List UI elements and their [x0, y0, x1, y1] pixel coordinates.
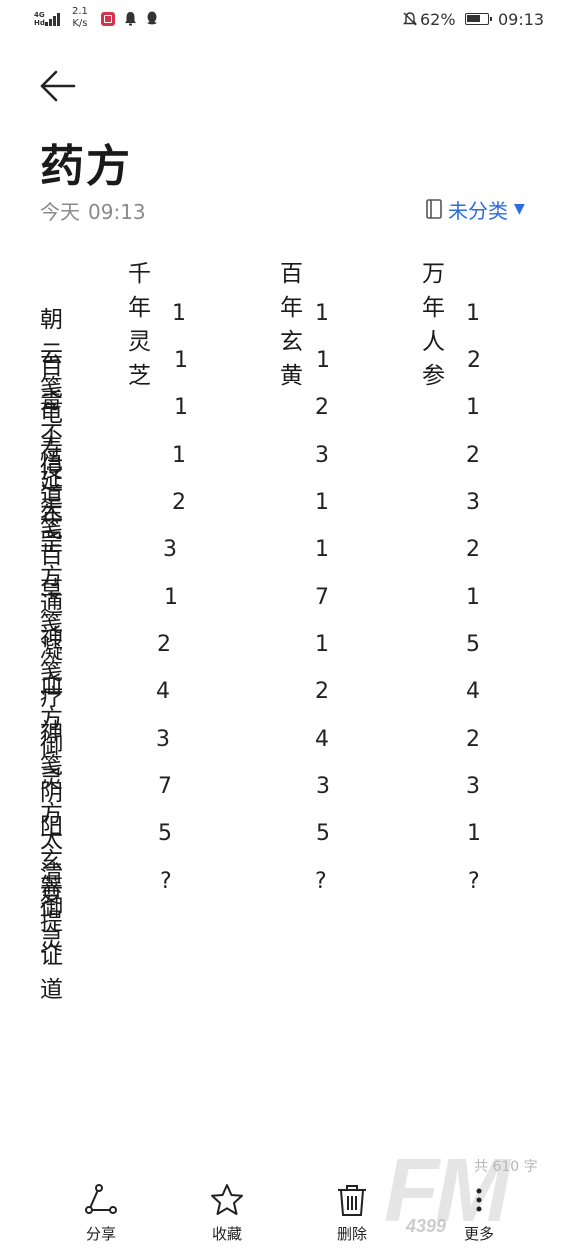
- table-cell: 3: [163, 537, 177, 562]
- table-cell: 5: [316, 821, 330, 846]
- table-cell: 5: [158, 821, 172, 846]
- more-label: 更多: [463, 1225, 494, 1243]
- share-button[interactable]: 分享: [66, 1175, 136, 1244]
- column-header: 百年玄黄: [280, 261, 303, 389]
- more-icon: [476, 1188, 482, 1212]
- table-cell: 7: [158, 774, 172, 799]
- favorite-label: 收藏: [211, 1225, 242, 1243]
- table-cell: 1: [315, 490, 329, 515]
- table-cell: 1: [466, 585, 480, 610]
- table-cell: 1: [466, 301, 480, 326]
- table-cell: 2: [466, 537, 480, 562]
- favorite-button[interactable]: 收藏: [192, 1175, 262, 1244]
- bottom-toolbar: 分享 收藏 删除 更多: [0, 1175, 580, 1257]
- table-cell: 1: [316, 348, 330, 373]
- table-cell: 2: [315, 395, 329, 420]
- battery-percent: 62%: [420, 10, 456, 29]
- table-cell: ?: [315, 869, 327, 894]
- table-cell: 2: [466, 443, 480, 468]
- notebook-icon: [426, 199, 442, 219]
- back-arrow-icon[interactable]: [38, 66, 78, 106]
- dropdown-caret-icon: ▼: [514, 201, 525, 217]
- table-cell: 4: [315, 727, 329, 752]
- signal-icon: [45, 12, 63, 26]
- note-title[interactable]: 药方: [40, 130, 132, 194]
- clock: 09:13: [498, 10, 545, 29]
- table-cell: 1: [174, 395, 188, 420]
- network-speed: 2.1 K/s: [72, 6, 88, 29]
- table-cell: 1: [164, 585, 178, 610]
- note-timestamp: 今天 09:13: [40, 200, 146, 224]
- row-label: 菩提证道: [40, 875, 63, 1003]
- table-cell: 2: [172, 490, 186, 515]
- table-cell: 1: [466, 395, 480, 420]
- table-cell: 1: [315, 537, 329, 562]
- category-label: 未分类: [448, 198, 508, 223]
- table-cell: 1: [172, 443, 186, 468]
- table-cell: 1: [315, 632, 329, 657]
- table-cell: 2: [315, 679, 329, 704]
- delete-button[interactable]: 删除: [317, 1175, 387, 1244]
- table-cell: 2: [157, 632, 171, 657]
- table-cell: 1: [172, 301, 186, 326]
- more-button[interactable]: 更多: [444, 1175, 514, 1244]
- table-cell: 4: [466, 679, 480, 704]
- table-cell: 2: [467, 348, 481, 373]
- trash-icon: [338, 1185, 366, 1216]
- share-label: 分享: [85, 1225, 116, 1243]
- column-header: 万年人参: [422, 261, 445, 389]
- table-cell: 3: [466, 490, 480, 515]
- table-cell: 3: [156, 727, 170, 752]
- battery-icon: [465, 13, 492, 25]
- table-cell: 3: [316, 774, 330, 799]
- qq-icon: [147, 11, 157, 25]
- table-cell: ?: [160, 869, 172, 894]
- status-bar: 4G Hd 2.1 K/s 62% 09:13: [0, 0, 580, 40]
- table-cell: ?: [468, 869, 480, 894]
- delete-label: 删除: [336, 1225, 367, 1243]
- table-cell: 3: [315, 443, 329, 468]
- star-icon: [211, 1184, 243, 1215]
- mute-bell-icon: [403, 12, 417, 26]
- table-cell: 4: [156, 679, 170, 704]
- table-cell: 1: [315, 301, 329, 326]
- network-indicator: 4G Hd: [34, 11, 45, 27]
- app-notification-icon: [101, 12, 115, 26]
- table-cell: 1: [174, 348, 188, 373]
- notification-icon: [125, 12, 136, 26]
- column-header: 千年灵芝: [128, 261, 151, 389]
- category-selector[interactable]: 未分类 ▼: [426, 196, 525, 223]
- table-cell: 7: [315, 585, 329, 610]
- table-cell: 2: [466, 727, 480, 752]
- table-cell: 1: [467, 821, 481, 846]
- table-cell: 5: [466, 632, 480, 657]
- table-cell: 3: [466, 774, 480, 799]
- share-icon: [85, 1184, 117, 1214]
